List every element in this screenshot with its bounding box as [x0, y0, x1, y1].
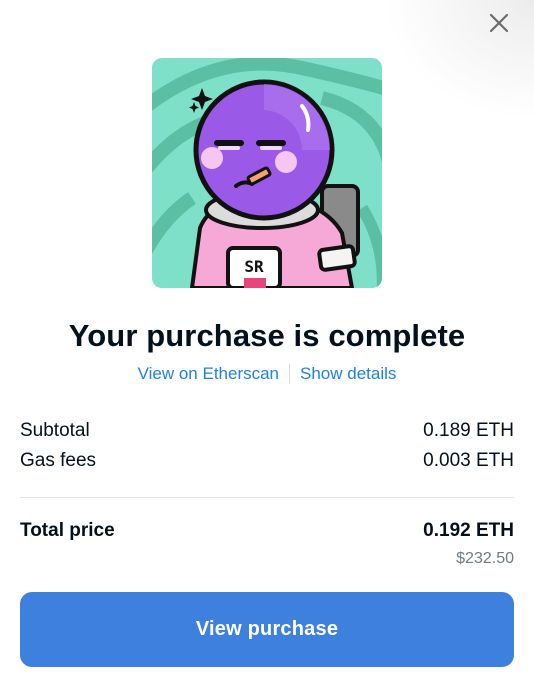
subtotal-label: Subtotal	[20, 420, 90, 441]
total-price-usd: $232.50	[456, 550, 514, 567]
summary-divider	[20, 497, 514, 498]
subtotal-value: 0.189 ETH	[423, 420, 514, 441]
subtotal-row: Subtotal 0.189 ETH	[20, 420, 514, 442]
close-button[interactable]	[486, 10, 512, 36]
gas-fees-row: Gas fees 0.003 ETH	[20, 450, 514, 472]
view-on-etherscan-link[interactable]: View on Etherscan	[138, 364, 279, 384]
link-divider	[289, 364, 291, 384]
page-title: Your purchase is complete	[68, 318, 466, 353]
nft-badge-text: SR	[244, 257, 264, 276]
total-price-row: Total price 0.192 ETH	[20, 520, 514, 542]
purchase-complete-modal: SR Your purchase is complete View on Eth…	[0, 0, 534, 680]
show-details-link[interactable]: Show details	[300, 364, 396, 384]
total-price-value: 0.192 ETH	[423, 520, 514, 541]
gas-fees-label: Gas fees	[20, 450, 97, 471]
total-price-label: Total price	[20, 520, 115, 541]
transaction-links: View on Etherscan Show details	[0, 364, 534, 384]
close-icon	[489, 13, 509, 33]
nft-image: SR	[152, 58, 382, 288]
gas-fees-value: 0.003 ETH	[423, 450, 514, 471]
view-purchase-button[interactable]: View purchase	[20, 592, 514, 667]
